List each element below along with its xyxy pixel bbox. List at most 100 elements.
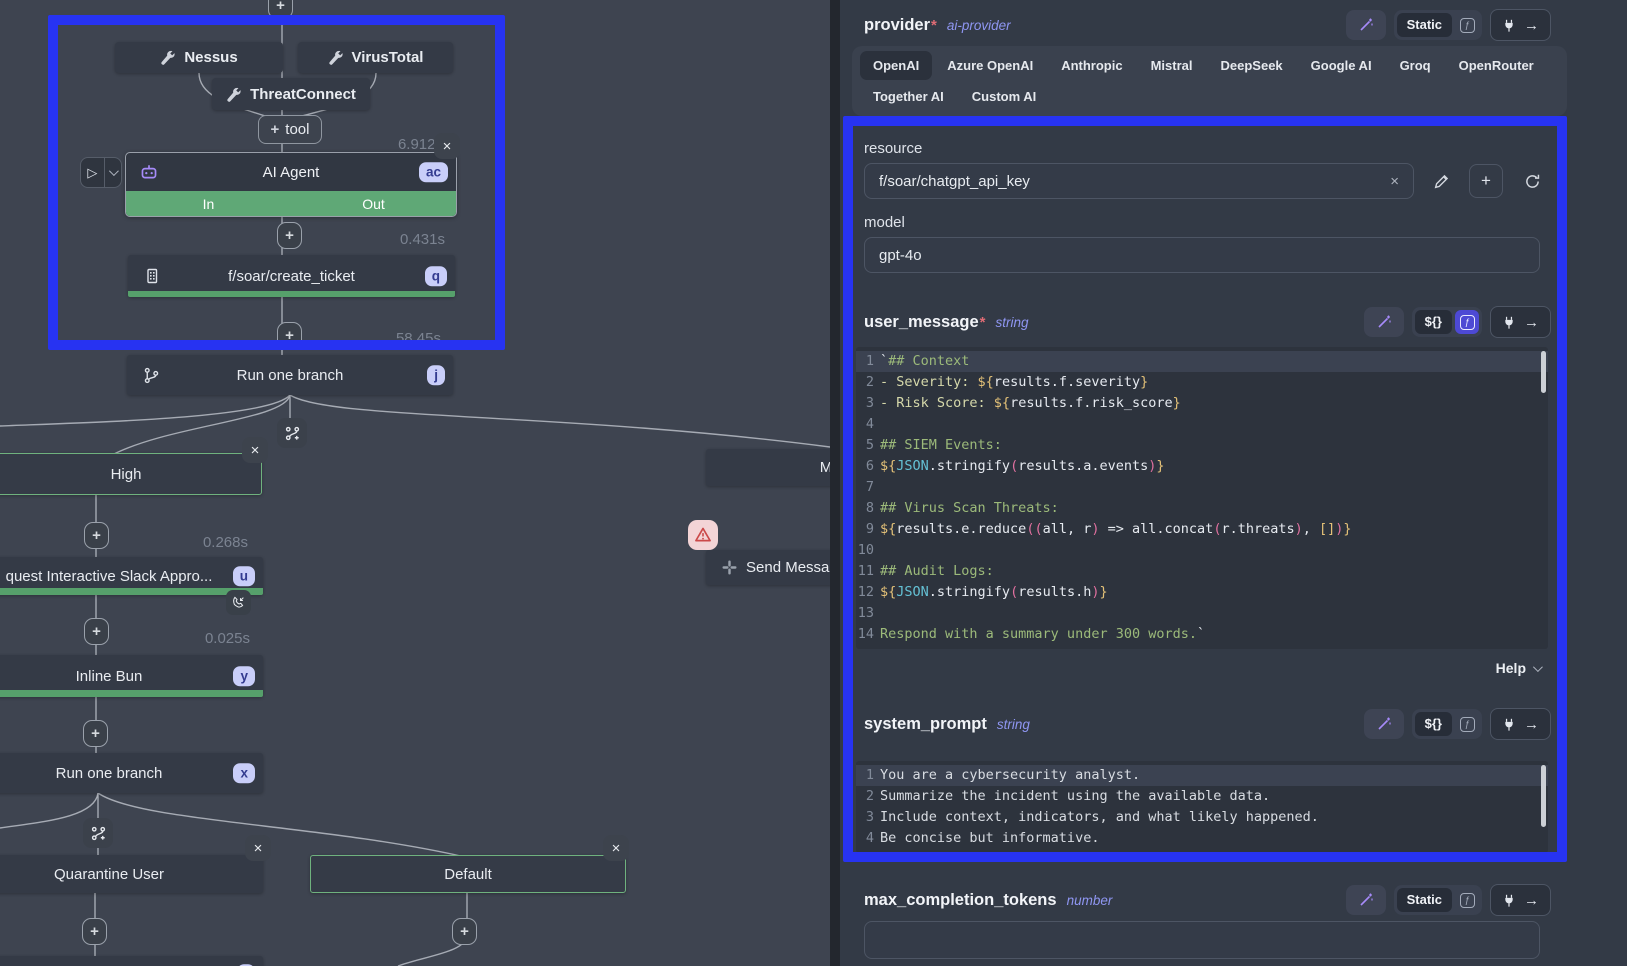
default-branch-node[interactable]: Default	[310, 855, 626, 893]
provider-tab-anthropic[interactable]: Anthropic	[1048, 51, 1135, 80]
provider-tab-custom-ai[interactable]: Custom AI	[959, 82, 1050, 111]
tool-node-virustotal[interactable]: VirusTotal	[298, 42, 453, 73]
node-label: Default	[444, 866, 492, 883]
slack-approval-node[interactable]: quest Interactive Slack Appro... u	[0, 557, 263, 595]
user-message-editor[interactable]: 1`## Context2- Severity: ${results.f.sev…	[856, 347, 1548, 649]
close-icon[interactable]: ×	[603, 835, 629, 861]
magic-wand-button[interactable]	[1346, 10, 1386, 40]
tool-node-threatconnect[interactable]: ThreatConnect	[212, 78, 370, 110]
tool-port-pill[interactable]: + tool	[258, 115, 322, 144]
connect-run-button[interactable]: →	[1490, 9, 1551, 41]
magic-wand-button[interactable]	[1346, 885, 1386, 915]
create-ticket-node[interactable]: f/soar/create_ticket q	[128, 255, 455, 297]
resource-input-value[interactable]	[879, 173, 1382, 190]
tool-node-nessus[interactable]: Nessus	[115, 42, 283, 73]
node-label: M	[820, 459, 830, 476]
add-resource-button[interactable]: +	[1469, 164, 1503, 198]
edit-resource-button[interactable]	[1433, 173, 1450, 190]
plug-icon	[1502, 18, 1516, 33]
connect-run-button[interactable]: →	[1490, 708, 1551, 740]
arrow-right-icon: →	[1524, 314, 1539, 331]
provider-tab-google-ai[interactable]: Google AI	[1298, 51, 1385, 80]
refresh-resources-button[interactable]	[1524, 173, 1541, 190]
function-icon[interactable]: ƒ	[1455, 310, 1479, 334]
max-completion-tokens-input[interactable]	[864, 921, 1540, 959]
provider-tab-azure-openai[interactable]: Azure OpenAI	[934, 51, 1046, 80]
magic-wand-button[interactable]	[1364, 709, 1404, 739]
node-label: Inline Bun	[76, 668, 143, 685]
play-icon[interactable]: ▷	[81, 158, 105, 187]
insert-step-connector[interactable]: +	[83, 720, 108, 747]
provider-tabs: OpenAIAzure OpenAIAnthropicMistralDeepSe…	[852, 46, 1567, 116]
ai-agent-node[interactable]: AI Agent ac In Out	[125, 152, 457, 217]
agent-in-port[interactable]: In	[126, 191, 291, 216]
static-mode-pill[interactable]: Static	[1397, 13, 1452, 37]
branch-add-icon[interactable]	[277, 418, 307, 448]
insert-step-connector[interactable]: +	[452, 918, 477, 945]
editor-scrollbar[interactable]	[1541, 765, 1546, 827]
close-icon[interactable]: ×	[242, 437, 268, 463]
medium-branch-node[interactable]: M	[706, 449, 830, 486]
connect-run-button[interactable]: →	[1490, 306, 1551, 338]
function-icon[interactable]: ƒ	[1455, 888, 1479, 912]
run-step-button[interactable]: ▷	[80, 157, 122, 188]
quarantine-user-node[interactable]: Quarantine User	[0, 855, 263, 893]
high-branch-node[interactable]: High	[0, 453, 262, 495]
insert-step-connector[interactable]: +	[277, 222, 302, 249]
insert-step-connector-top[interactable]: +	[268, 0, 293, 19]
pencil-icon	[1433, 173, 1450, 190]
partial-node-bottom[interactable]	[0, 956, 263, 966]
insert-step-connector[interactable]: +	[82, 918, 107, 945]
close-icon[interactable]: ×	[245, 835, 271, 861]
connect-run-button[interactable]: →	[1490, 884, 1551, 916]
agent-out-port[interactable]: Out	[291, 191, 456, 216]
resource-input[interactable]: ×	[864, 163, 1414, 199]
chevron-down-icon[interactable]	[105, 158, 121, 187]
template-mode-pill[interactable]: ${}	[1415, 310, 1452, 334]
magic-wand-icon	[1376, 716, 1392, 732]
arrow-right-icon: →	[1524, 892, 1539, 909]
provider-tab-groq[interactable]: Groq	[1387, 51, 1444, 80]
inline-bun-node[interactable]: Inline Bun y	[0, 655, 263, 697]
branch-add-icon[interactable]	[83, 818, 113, 848]
function-icon[interactable]: ƒ	[1455, 712, 1479, 736]
help-dropdown[interactable]: Help	[864, 657, 1540, 679]
slack-icon	[722, 560, 737, 575]
system-prompt-editor[interactable]: 1You are a cybersecurity analyst.2Summar…	[856, 761, 1548, 853]
provider-tab-openrouter[interactable]: OpenRouter	[1446, 51, 1547, 80]
provider-mode-toggle[interactable]: Static ƒ	[1394, 10, 1482, 40]
provider-tab-mistral[interactable]: Mistral	[1138, 51, 1206, 80]
editor-scrollbar[interactable]	[1541, 351, 1546, 393]
max-completion-tokens-value[interactable]	[879, 932, 1525, 949]
node-label: quest Interactive Slack Appro...	[6, 568, 213, 585]
max-tokens-mode-toggle[interactable]: Static ƒ	[1394, 885, 1482, 915]
provider-tab-together-ai[interactable]: Together AI	[860, 82, 957, 111]
function-icon[interactable]: ƒ	[1455, 13, 1479, 37]
phone-incoming-icon	[226, 590, 251, 615]
clear-icon[interactable]: ×	[1390, 173, 1399, 190]
node-label: Run one branch	[237, 367, 344, 384]
insert-step-connector[interactable]: +	[84, 522, 109, 549]
insert-step-connector[interactable]: +	[84, 618, 109, 645]
provider-tab-deepseek[interactable]: DeepSeek	[1208, 51, 1296, 80]
system-prompt-mode-toggle[interactable]: ${} ƒ	[1412, 709, 1482, 739]
magic-wand-icon	[1376, 314, 1392, 330]
template-mode-pill[interactable]: ${}	[1415, 712, 1452, 736]
workflow-canvas[interactable]: + Nessus VirusTotal ThreatConnect + tool…	[0, 0, 830, 966]
static-mode-pill[interactable]: Static	[1397, 888, 1452, 912]
model-input[interactable]	[864, 237, 1540, 273]
insert-step-connector[interactable]: +	[277, 322, 302, 349]
magic-wand-button[interactable]	[1364, 307, 1404, 337]
step-id-badge: x	[233, 763, 255, 783]
wrench-icon	[160, 50, 175, 65]
help-label[interactable]: Help	[1496, 660, 1526, 676]
arrow-right-icon: →	[1524, 17, 1539, 34]
send-message-node[interactable]: Send Message	[706, 550, 830, 585]
user-message-mode-toggle[interactable]: ${} ƒ	[1412, 307, 1482, 337]
close-icon[interactable]: ×	[434, 133, 460, 159]
provider-tab-openai[interactable]: OpenAI	[860, 51, 932, 80]
run-one-branch-node-a[interactable]: Run one branch j	[127, 355, 453, 395]
run-one-branch-node-b[interactable]: Run one branch x	[0, 753, 263, 793]
user-message-field-label: user_message	[864, 313, 979, 332]
model-input-value[interactable]	[879, 247, 1525, 264]
